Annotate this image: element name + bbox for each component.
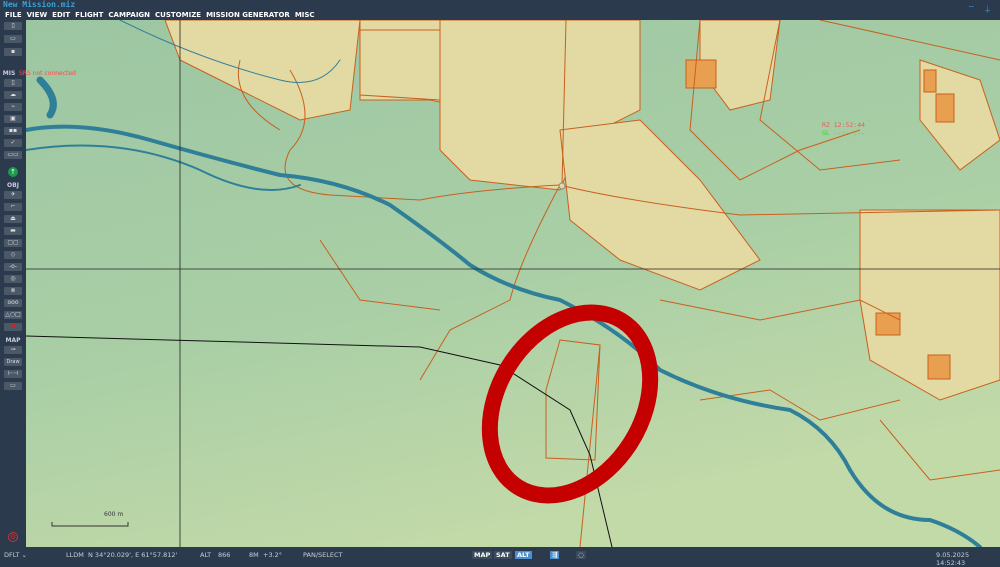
group-button[interactable]: ooo (4, 299, 22, 307)
menu-campaign[interactable]: CAMPAIGN (108, 10, 150, 20)
menu-bar: FILE VIEW EDIT FLIGHT CAMPAIGN CUSTOMIZE… (0, 10, 1000, 20)
nav-point-button[interactable]: ⊗ (4, 287, 22, 295)
plane-button[interactable]: ✈ (4, 191, 22, 199)
open-file-button[interactable]: ▭ (4, 35, 22, 43)
status-bar: DFLT ⌄ LLDM N 34°20.029', E 61°57.812' A… (0, 547, 1000, 567)
alt-value: 866 (218, 551, 231, 559)
template-button[interactable]: -o- (4, 263, 22, 271)
alt-mode-button[interactable]: ALT (515, 551, 532, 559)
coords-readout: N 34°20.029', E 61°57.812' (88, 551, 178, 559)
key-button[interactable]: ⊸ (4, 346, 22, 354)
menu-customize[interactable]: CUSTOMIZE (155, 10, 201, 20)
static-button[interactable]: ▢▢ (4, 239, 22, 247)
bm-label: 8M (249, 551, 259, 559)
map-view[interactable]: 600 m (26, 20, 1000, 547)
road-junction (558, 182, 566, 190)
menu-file[interactable]: FILE (5, 10, 22, 20)
triggers-button[interactable]: ▪▪ (4, 127, 22, 135)
title-bar: New Mission.miz ⌔ ⍊ (0, 0, 1000, 13)
hud-time: RZ 12:52:44 (822, 121, 866, 129)
mode-readout: PAN/SELECT (303, 551, 343, 559)
srs-status: SRS not connected (19, 70, 76, 77)
layers-icon[interactable]: ⇶ (550, 551, 560, 559)
menu-misc[interactable]: MISC (295, 10, 315, 20)
menu-flight[interactable]: FLIGHT (75, 10, 103, 20)
hud-readout: RZ 12:52:44 GL --:--:-- (822, 121, 865, 137)
obj-label: OBJ (7, 182, 19, 189)
left-toolbar: ▯ ▭ ▪ MIS ▯ ☁ ⌁ ▣ ▪▪ ✓ ▭▭ ↑ OBJ ✈ ⌐ ⏏ ▬ … (0, 20, 26, 547)
coord-mode[interactable]: LLDM (66, 551, 84, 559)
screen-button[interactable]: ▭ (4, 382, 22, 390)
ship-button[interactable]: ⏏ (4, 215, 22, 223)
check-button[interactable]: ✓ (4, 139, 22, 147)
profile-value: DFLT (4, 551, 20, 559)
zone-button[interactable]: ◎ (4, 275, 22, 283)
menu-edit[interactable]: EDIT (52, 10, 70, 20)
shapes-button[interactable]: △○□ (4, 311, 22, 319)
resources-button[interactable]: ▭▭ (4, 151, 22, 159)
clock-icon[interactable]: ◌ (576, 551, 586, 559)
alt-label: ALT (200, 551, 212, 559)
measure-button[interactable]: ⊢⊣ (4, 370, 22, 378)
weather-button[interactable]: ☁ (4, 91, 22, 99)
mis-label: MIS (2, 70, 16, 77)
datetime: 9.05.2025 14:52:43 (936, 551, 970, 567)
scale-label: 600 m (104, 511, 124, 518)
map-canvas[interactable] (26, 20, 1000, 547)
route-button[interactable]: ⌁ (4, 103, 22, 111)
trigger-zone-button[interactable]: ▣ (4, 115, 22, 123)
profile-select[interactable]: DFLT ⌄ (4, 551, 27, 559)
briefing-button[interactable]: ▯ (4, 79, 22, 87)
map-label: MAP (5, 337, 21, 344)
menu-mission-generator[interactable]: MISSION GENERATOR (206, 10, 290, 20)
green-arrow-icon[interactable]: ↑ (8, 167, 18, 177)
vehicle-button[interactable]: ▬ (4, 227, 22, 235)
menu-view[interactable]: VIEW (27, 10, 48, 20)
hud-gl: GL --:--:-- (822, 129, 866, 137)
window-title: New Mission.miz (3, 0, 76, 9)
sat-mode-button[interactable]: SAT (494, 551, 512, 559)
new-file-button[interactable]: ▯ (4, 22, 22, 30)
map-mode-button[interactable]: MAP (472, 551, 493, 559)
delete-button[interactable]: ✖ (4, 323, 22, 331)
save-file-button[interactable]: ▪ (4, 48, 22, 56)
helicopter-button[interactable]: ⌐ (4, 203, 22, 211)
bm-value: +3.2° (263, 551, 283, 559)
draw-button[interactable]: Draw (4, 358, 22, 366)
airport-button[interactable]: ◇ (4, 251, 22, 259)
settings-icon[interactable]: ⚙ (8, 532, 18, 542)
